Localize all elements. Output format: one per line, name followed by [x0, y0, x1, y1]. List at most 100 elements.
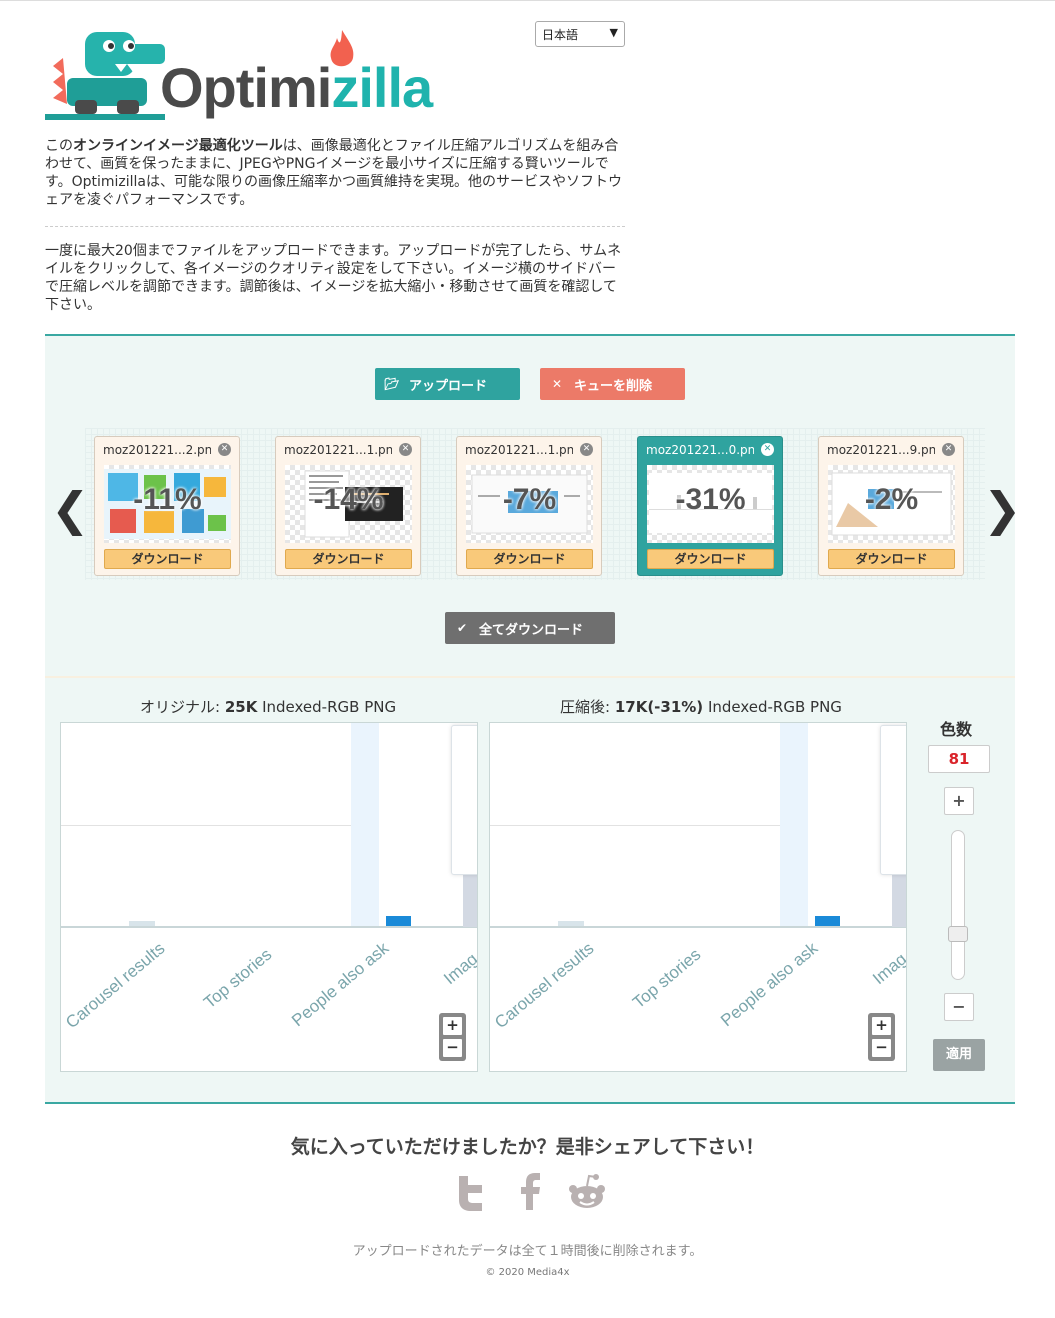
zoom-out-button[interactable]: −: [443, 1039, 462, 1057]
language-select[interactable]: 日本語 ▼: [535, 21, 625, 47]
preview-tooltip-card: [880, 725, 906, 875]
checkmark-icon: ✔: [456, 621, 468, 635]
preview-label: Top stories: [629, 944, 705, 1013]
download-all-button[interactable]: ✔ 全てダウンロード: [445, 612, 615, 644]
decrease-colors-button[interactable]: −: [944, 993, 974, 1021]
remove-item-icon[interactable]: ✕: [761, 443, 774, 456]
colors-slider[interactable]: [951, 830, 965, 980]
queue-item[interactable]: moz201221...2.png ✕ -11% ダウンロード: [94, 436, 240, 576]
queue-item-percent: -11%: [133, 483, 202, 516]
top-rule: [0, 0, 1055, 1]
zoom-out-button[interactable]: −: [872, 1039, 891, 1057]
zoom-controls: + −: [439, 1013, 466, 1061]
compressed-format: Indexed-RGB PNG: [703, 698, 842, 716]
compressed-prefix: 圧縮後:: [560, 698, 615, 716]
preview-highlight-band: [780, 723, 808, 927]
remove-item-icon[interactable]: ✕: [942, 443, 955, 456]
queue-item-filename: moz201221...1.png: [465, 443, 573, 457]
zoom-in-button[interactable]: +: [872, 1017, 891, 1035]
queue-item-percent: -2%: [864, 483, 919, 516]
intro-paragraph: このオンラインイメージ最適化ツールは、画像最適化とファイル圧縮アルゴリズムを組み…: [45, 137, 625, 209]
preview-label: Imag: [440, 949, 478, 989]
preview-bar: [558, 921, 584, 926]
compressor-panel: 📂︎ アップロード ✕ キューを削除 ❮ ❯ moz201221...2.png…: [45, 334, 1022, 1104]
preview-tooltip-card: [451, 725, 477, 875]
deletion-note: アップロードされたデータは全て１時間後に削除されます。: [352, 1244, 703, 1259]
facebook-glyph: [521, 1173, 540, 1210]
clear-queue-button[interactable]: ✕ キューを削除: [540, 368, 685, 400]
preview-label: Top stories: [200, 944, 276, 1013]
chevron-down-icon: ▼: [609, 26, 618, 39]
original-caption: オリジナル: 25K Indexed-RGB PNG: [140, 696, 396, 717]
next-arrow-icon[interactable]: ❯: [983, 482, 1022, 536]
queue-item-download-button[interactable]: ダウンロード: [466, 549, 593, 569]
preview-column: [892, 873, 906, 927]
remove-item-icon[interactable]: ✕: [399, 443, 412, 456]
queue-item-thumbnail[interactable]: -7%: [466, 465, 593, 543]
section-divider: [45, 676, 1015, 678]
preview-axis: [61, 926, 477, 928]
queue-item-thumbnail[interactable]: -31%: [647, 465, 774, 543]
queue-item-thumbnail[interactable]: -2%: [828, 465, 955, 543]
colors-value-input[interactable]: 81: [928, 745, 990, 773]
queue-item-download-button[interactable]: ダウンロード: [285, 549, 412, 569]
facebook-icon[interactable]: [509, 1172, 549, 1212]
zoom-in-button[interactable]: +: [443, 1017, 462, 1035]
colors-title: 色数: [940, 720, 973, 739]
dinosaur-mascot-icon: [45, 32, 165, 120]
apply-button[interactable]: 適用: [933, 1039, 985, 1071]
original-size: 25K: [224, 698, 258, 716]
preview-axis: [490, 926, 906, 928]
compressed-caption: 圧縮後: 17K(-31%) Indexed-RGB PNG: [560, 696, 842, 717]
twitter-icon[interactable]: [451, 1172, 491, 1212]
queue-item-filename: moz201221...1.png: [284, 443, 392, 457]
queue-item-download-button[interactable]: ダウンロード: [828, 549, 955, 569]
logo-text-teal: zilla: [331, 56, 433, 119]
optimizilla-logo[interactable]: Optimizilla: [45, 18, 465, 120]
logo-wordmark: Optimizilla: [160, 56, 433, 120]
preview-bar: [129, 921, 155, 926]
queue-item-active[interactable]: moz201221...0.png ✕ -31% ダウンロード: [637, 436, 783, 576]
clear-queue-label: キューを削除: [574, 378, 653, 394]
queue-item-filename: moz201221...9.png: [827, 443, 935, 457]
compressed-preview[interactable]: Carousel results Top stories People also…: [489, 722, 907, 1072]
queue-item-filename: moz201221...2.png: [103, 443, 211, 457]
download-all-label: 全てダウンロード: [479, 622, 584, 638]
twitter-glyph: [459, 1176, 482, 1211]
increase-colors-button[interactable]: +: [944, 787, 974, 815]
remove-item-icon[interactable]: ✕: [218, 443, 231, 456]
upload-button-label: アップロード: [409, 378, 488, 394]
preview-bar-highlight: [815, 916, 840, 926]
reddit-icon[interactable]: [567, 1172, 607, 1212]
close-icon: ✕: [551, 377, 563, 391]
colors-slider-handle[interactable]: [948, 925, 968, 942]
queue-item-percent: -31%: [675, 483, 746, 516]
queue-item[interactable]: moz201221...1.png ✕ -14% ダウンロード: [275, 436, 421, 576]
queue-item-download-button[interactable]: ダウンロード: [647, 549, 774, 569]
original-format: Indexed-RGB PNG: [257, 698, 397, 716]
previous-arrow-icon[interactable]: ❮: [51, 482, 90, 536]
preview-label: Carousel results: [491, 938, 598, 1033]
preview-gridline: [61, 825, 351, 826]
queue-item-thumbnail[interactable]: -14%: [285, 465, 412, 543]
preview-highlight-band: [351, 723, 379, 927]
preview-gridline: [490, 825, 780, 826]
queue-item-filename: moz201221...0.png: [646, 443, 754, 457]
reddit-glyph: [569, 1174, 605, 1208]
preview-label: Carousel results: [62, 938, 169, 1033]
original-prefix: オリジナル:: [140, 698, 225, 716]
queue-item[interactable]: moz201221...9.png ✕ -2% ダウンロード: [818, 436, 964, 576]
queue-item[interactable]: moz201221...1.png ✕ -7% ダウンロード: [456, 436, 602, 576]
preview-column: [463, 873, 477, 927]
instructions-paragraph: 一度に最大20個までファイルをアップロードできます。アップロードが完了したら、サ…: [45, 243, 622, 313]
queue-item-download-button[interactable]: ダウンロード: [104, 549, 231, 569]
preview-label: People also ask: [717, 938, 822, 1031]
compressed-size: 17K(-31%): [614, 698, 704, 716]
upload-button[interactable]: 📂︎ アップロード: [375, 368, 520, 400]
intro-divider: [45, 226, 625, 227]
folder-open-icon: 📂︎: [384, 377, 400, 391]
share-title: 気に入っていただけましたか？是非シェアして下さい！: [290, 1136, 765, 1158]
original-preview[interactable]: Carousel results Top stories People also…: [60, 722, 478, 1072]
remove-item-icon[interactable]: ✕: [580, 443, 593, 456]
queue-item-thumbnail[interactable]: -11%: [104, 465, 231, 543]
